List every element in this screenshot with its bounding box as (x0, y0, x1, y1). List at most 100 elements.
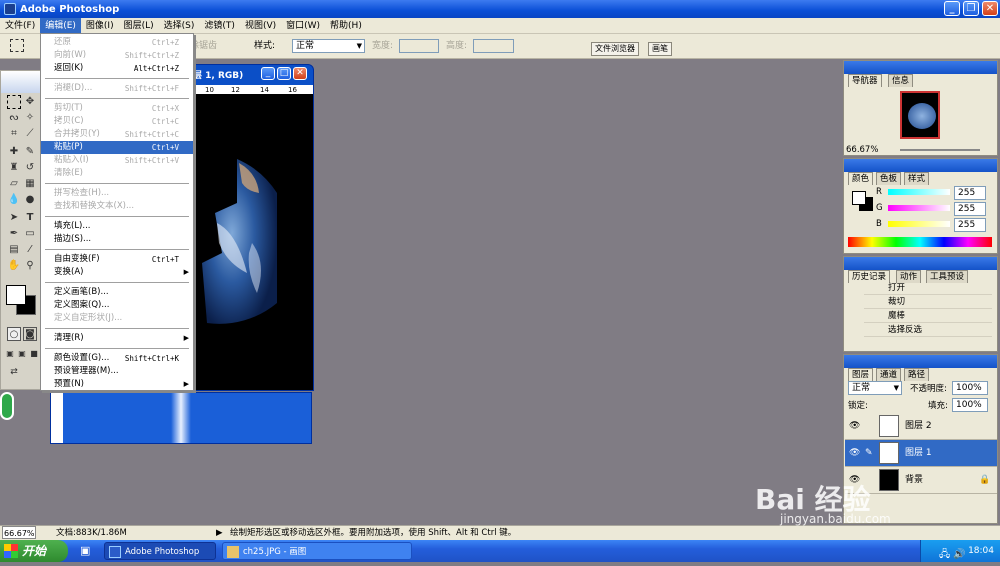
panel-titlebar[interactable] (844, 159, 997, 172)
edit-menu-item[interactable]: 粘贴(P) Ctrl+V (41, 141, 193, 154)
r-value[interactable]: 255 (954, 186, 986, 200)
opacity-field[interactable]: 100% (952, 381, 988, 395)
desktop-icon[interactable]: ▣ (80, 544, 90, 557)
menu-view[interactable]: 视图(V) (240, 18, 281, 34)
taskbar-item-photoshop[interactable]: Adobe Photoshop (104, 542, 216, 560)
blur-icon[interactable]: 💧 (7, 193, 21, 207)
minimize-icon[interactable]: _ (944, 1, 960, 16)
history-item[interactable]: 打开 (864, 281, 992, 295)
layer-row[interactable]: 👁 图层 2 (845, 413, 997, 440)
slice-icon[interactable]: ⟋ (23, 127, 37, 141)
menu-image[interactable]: 图像(I) (81, 18, 119, 34)
edit-menu-item[interactable]: 清理(R) ▶ (41, 332, 193, 345)
edit-menu-item[interactable]: 返回(K) Alt+Ctrl+Z (41, 62, 193, 75)
move-icon[interactable]: ✥ (23, 95, 37, 109)
notes-icon[interactable]: ▤ (7, 243, 21, 257)
tab-swatches[interactable]: 色板 (876, 172, 902, 185)
magic-wand-icon[interactable]: ✧ (23, 111, 37, 125)
tab-color[interactable]: 颜色 (848, 172, 874, 185)
gradient-icon[interactable]: ▦ (23, 177, 37, 191)
brushes-tab[interactable]: 画笔 (648, 42, 672, 56)
menu-file[interactable]: 文件(F) (0, 18, 40, 34)
edit-menu-item[interactable]: 预设管理器(M)... (41, 365, 193, 378)
crop-icon[interactable]: ⌗ (7, 127, 21, 141)
status-arrow-icon[interactable]: ▶ (216, 526, 223, 540)
history-item[interactable]: 选择反选 (864, 323, 992, 337)
fill-field[interactable]: 100% (952, 398, 988, 412)
layer-row[interactable]: 👁 ✎ 图层 1 (845, 440, 997, 467)
tab-layers[interactable]: 图层 (848, 368, 874, 381)
eraser-icon[interactable]: ▱ (7, 177, 21, 191)
standard-mode-icon[interactable]: ○ (7, 327, 21, 341)
hand-icon[interactable]: ✋ (7, 259, 21, 273)
brush-icon[interactable]: ✎ (23, 145, 37, 159)
menu-layer[interactable]: 图层(L) (119, 18, 159, 34)
restore-icon[interactable]: ❐ (963, 1, 979, 16)
panel-titlebar[interactable] (844, 61, 997, 74)
menu-help[interactable]: 帮助(H) (325, 18, 367, 34)
navigator-thumbnail[interactable] (900, 91, 940, 139)
start-button[interactable]: 开始 (0, 540, 68, 562)
color-ramp[interactable] (848, 237, 992, 247)
edit-menu-item[interactable]: 描边(S)... (41, 233, 193, 246)
healing-icon[interactable]: ✚ (7, 145, 21, 159)
eyedropper-icon[interactable]: ⁄ (23, 243, 37, 257)
network-icon[interactable]: 🖧 (939, 544, 950, 566)
screen-mode-black-icon[interactable]: ■ (27, 347, 41, 361)
history-item[interactable]: 裁切 (864, 295, 992, 309)
volume-icon[interactable]: 🔊 (953, 544, 965, 566)
style-select[interactable]: 正常 ▼ (292, 39, 365, 53)
history-item[interactable]: 魔棒 (864, 309, 992, 323)
rect-marquee-icon[interactable] (7, 95, 21, 109)
shape-icon[interactable]: ▭ (23, 227, 37, 241)
edit-menu-item[interactable]: 自由变换(F) Ctrl+T (41, 253, 193, 266)
pen-icon[interactable]: ✒ (7, 227, 21, 241)
g-slider[interactable] (888, 205, 950, 211)
file-browser-tab[interactable]: 文件浏览器 (591, 42, 639, 56)
dodge-icon[interactable]: ● (23, 193, 37, 207)
b-slider[interactable] (888, 221, 950, 227)
fg-swatch[interactable] (852, 191, 866, 205)
zoom-icon[interactable]: ⚲ (23, 259, 37, 273)
panel-titlebar[interactable] (844, 355, 997, 368)
tab-styles[interactable]: 样式 (904, 172, 930, 185)
edit-menu-item[interactable]: 填充(L)... (41, 220, 193, 233)
stamp-icon[interactable]: ♜ (7, 161, 21, 175)
menu-window[interactable]: 窗口(W) (281, 18, 325, 34)
tab-navigator[interactable]: 导航器 (848, 74, 882, 87)
edit-menu-item[interactable]: 颜色设置(G)... Shift+Ctrl+K (41, 352, 193, 365)
menu-edit[interactable]: 编辑(E) (40, 17, 81, 34)
menu-select[interactable]: 选择(S) (159, 18, 200, 34)
g-value[interactable]: 255 (954, 202, 986, 216)
navigator-zoom-slider[interactable] (900, 149, 980, 151)
edit-menu-item[interactable]: 定义画笔(B)... (41, 286, 193, 299)
doc-maximize-icon[interactable]: □ (277, 67, 291, 80)
edit-menu-item[interactable]: 变换(A) ▶ (41, 266, 193, 279)
type-icon[interactable]: T (23, 211, 37, 225)
jump-to-imageready-icon[interactable]: ⇄ (7, 365, 21, 379)
doc-minimize-icon[interactable]: _ (261, 67, 275, 80)
r-slider[interactable] (888, 189, 950, 195)
edit-menu-item[interactable]: 预置(N) ▶ (41, 378, 193, 391)
blend-mode-select[interactable]: 正常 ▼ (848, 381, 902, 395)
foreground-color-swatch[interactable] (6, 285, 26, 305)
doc-close-icon[interactable]: ✕ (293, 67, 307, 80)
eye-icon[interactable]: 👁 (849, 440, 860, 467)
eye-icon[interactable]: 👁 (849, 413, 860, 440)
quickmask-mode-icon[interactable]: ◙ (23, 327, 37, 341)
height-field[interactable] (473, 39, 514, 53)
image-canvas[interactable] (185, 95, 313, 390)
panel-titlebar[interactable] (844, 257, 997, 270)
history-brush-icon[interactable]: ↺ (23, 161, 37, 175)
width-field[interactable] (399, 39, 439, 53)
app-title-bar[interactable]: Adobe Photoshop _ ❐ ✕ (0, 0, 1000, 18)
close-icon[interactable]: ✕ (982, 1, 998, 16)
tab-info[interactable]: 信息 (888, 74, 914, 87)
b-value[interactable]: 255 (954, 218, 986, 232)
navigator-zoom[interactable]: 66.67% (846, 145, 878, 155)
path-select-icon[interactable]: ➤ (7, 211, 21, 225)
edit-menu-item[interactable]: 定义图案(Q)... (41, 299, 193, 312)
lasso-icon[interactable]: ᔓ (7, 111, 21, 125)
tab-paths[interactable]: 路径 (904, 368, 930, 381)
taskbar-item-paint[interactable]: ch25.JPG - 画图 (222, 542, 412, 560)
